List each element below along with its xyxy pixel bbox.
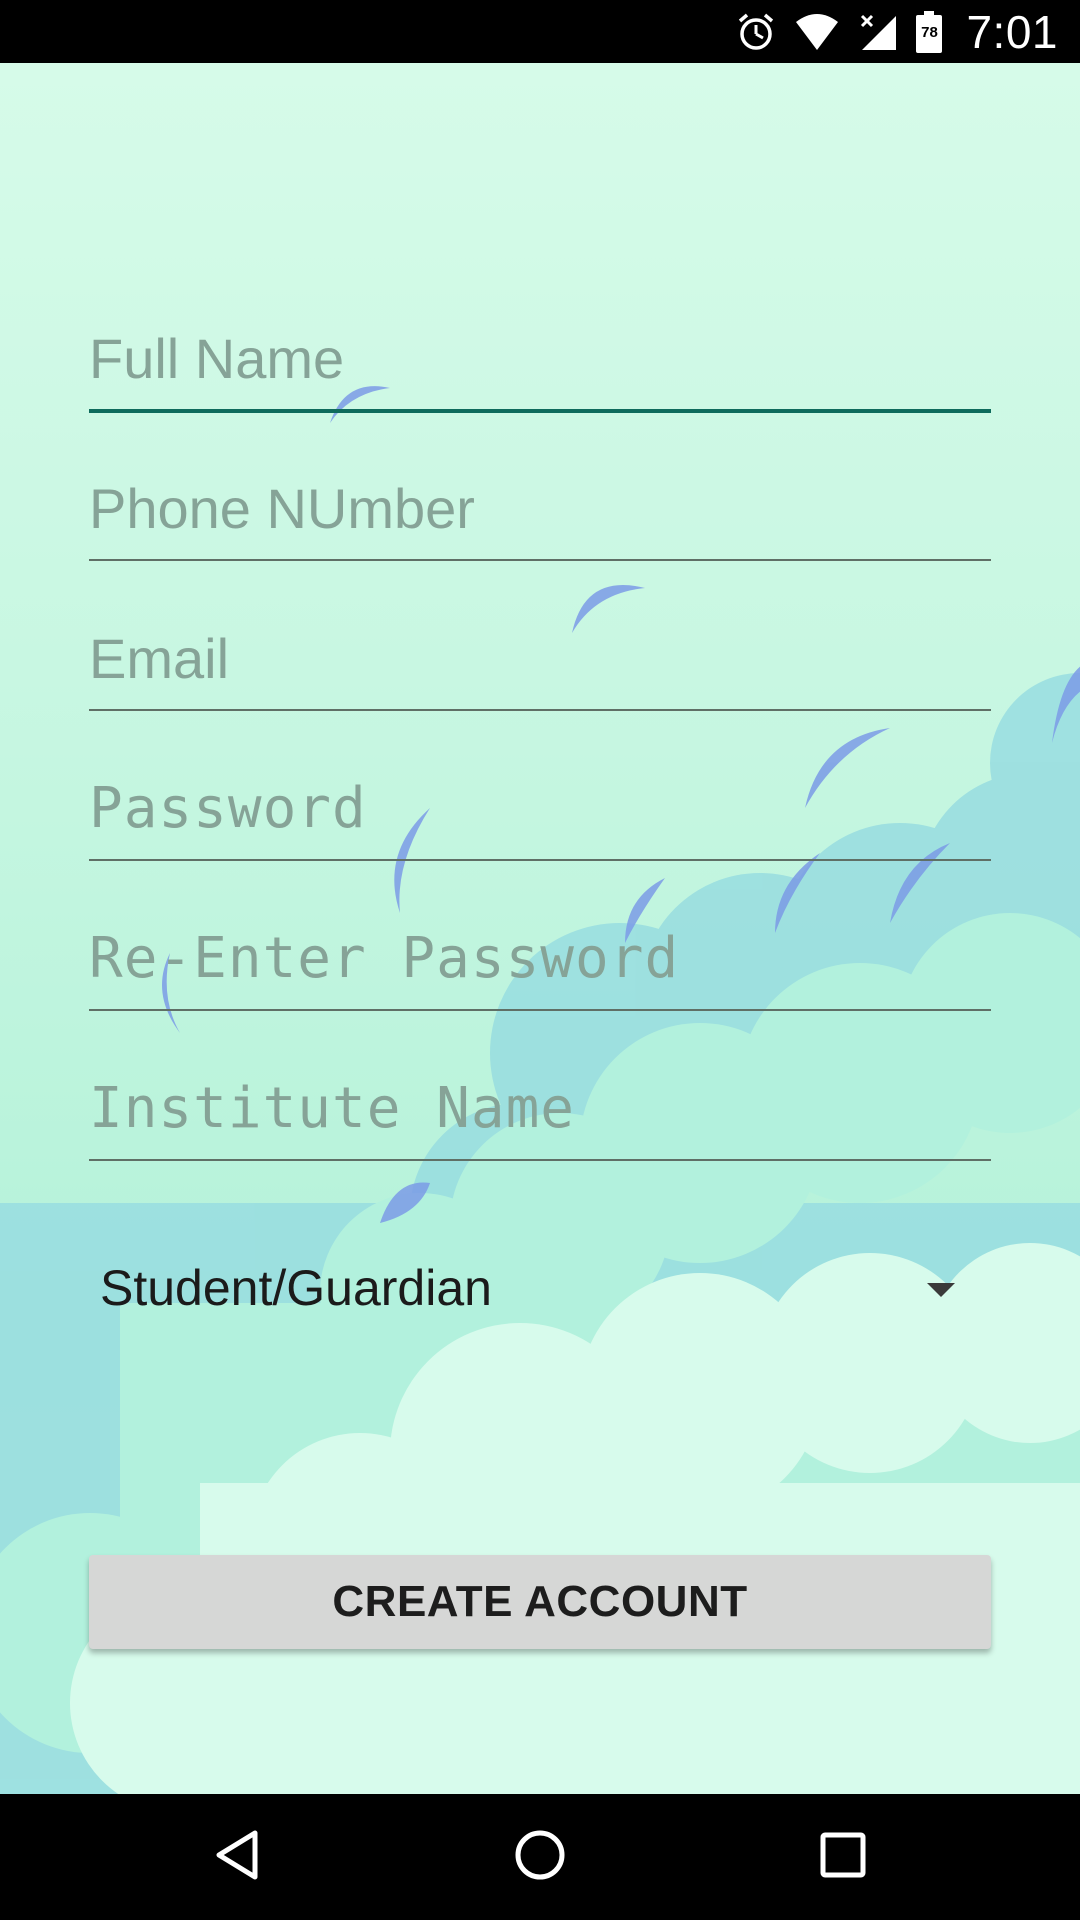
navigation-bar: [0, 1794, 1080, 1920]
battery-icon: 78: [916, 10, 943, 53]
institute-name-field[interactable]: [89, 1053, 991, 1163]
full-name-input[interactable]: [89, 303, 991, 413]
home-icon: [513, 1828, 567, 1887]
signal-icon: [858, 12, 898, 52]
user-type-dropdown[interactable]: Student/Guardian: [89, 1233, 991, 1343]
home-button[interactable]: [470, 1794, 610, 1920]
institute-name-underline: [89, 1159, 991, 1161]
password-underline: [89, 859, 991, 861]
phone-number-underline: [89, 559, 991, 561]
status-bar: 78 7:01: [0, 0, 1080, 63]
alarm-icon: [736, 12, 776, 52]
wifi-icon: [794, 12, 840, 52]
full-name-field[interactable]: [89, 303, 991, 413]
phone-number-field[interactable]: [89, 453, 991, 563]
email-underline: [89, 709, 991, 711]
password-input[interactable]: [89, 753, 991, 863]
password-field[interactable]: [89, 753, 991, 863]
status-icons: 78 7:01: [736, 0, 1058, 63]
reenter-password-input[interactable]: [89, 903, 991, 1013]
reenter-password-underline: [89, 1009, 991, 1011]
recents-button[interactable]: [773, 1794, 913, 1920]
back-button[interactable]: [167, 1794, 307, 1920]
email-input[interactable]: [89, 603, 991, 713]
full-name-underline: [89, 409, 991, 413]
phone-number-input[interactable]: [89, 453, 991, 563]
recents-icon: [819, 1831, 867, 1884]
back-icon: [213, 1829, 261, 1886]
signup-form-area: Student/Guardian CREATE ACCOUNT: [0, 63, 1080, 1794]
reenter-password-field[interactable]: [89, 903, 991, 1013]
dropdown-arrow-icon: [927, 1283, 955, 1297]
app-screen: 78 7:01 Full Name Phone NUmber Email Pas…: [0, 0, 1080, 1920]
user-type-selected: Student/Guardian: [100, 1260, 492, 1316]
institute-name-input[interactable]: [89, 1053, 991, 1163]
status-time: 7:01: [966, 5, 1058, 58]
create-account-button[interactable]: CREATE ACCOUNT: [89, 1555, 991, 1649]
email-field[interactable]: [89, 603, 991, 713]
battery-level: 78: [921, 23, 938, 41]
